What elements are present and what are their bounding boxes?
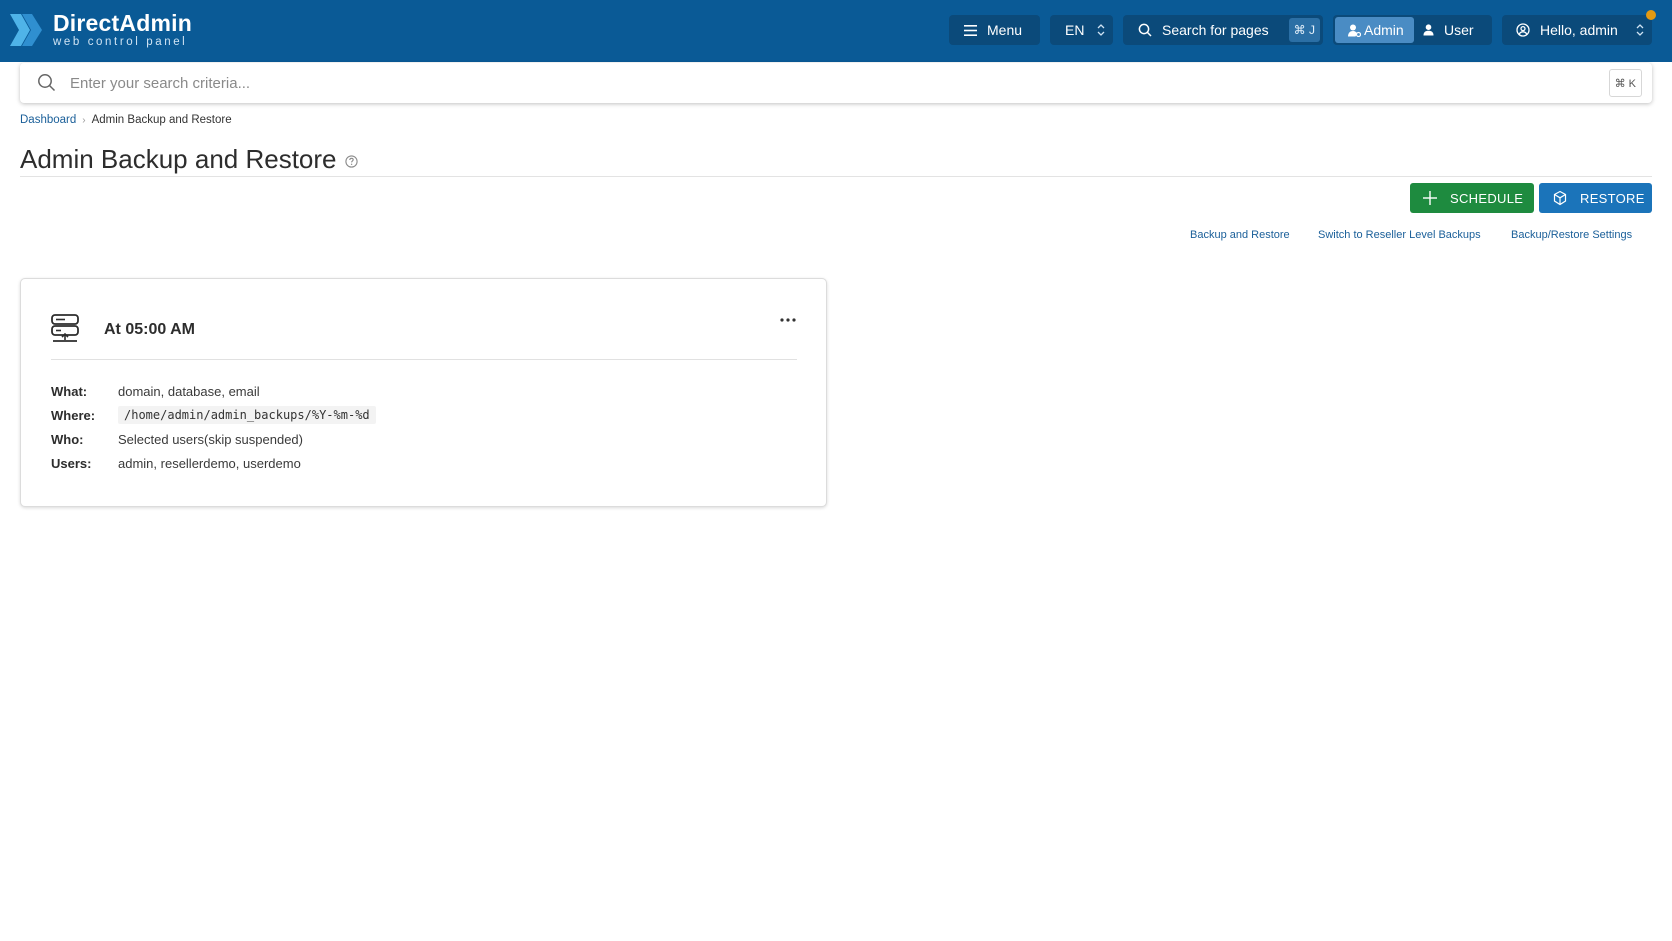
backup-schedule-card: At 05:00 AM What: domain, database, emai… bbox=[20, 278, 827, 507]
admin-user-icon bbox=[1348, 24, 1361, 37]
role-toggle: Admin User bbox=[1333, 15, 1492, 45]
page-title: Admin Backup and Restore bbox=[20, 144, 337, 174]
top-bar: DirectAdmin web control panel Menu EN Se… bbox=[0, 0, 1672, 62]
updown-chevron-icon bbox=[1636, 24, 1644, 36]
account-circle-icon bbox=[1516, 23, 1530, 37]
search-pages-label: Search for pages bbox=[1162, 22, 1269, 38]
user-menu-button[interactable]: Hello, admin bbox=[1502, 15, 1652, 45]
restore-button-label: RESTORE bbox=[1580, 190, 1645, 206]
breadcrumb-dashboard-link[interactable]: Dashboard bbox=[20, 114, 76, 126]
search-pages-shortcut: ⌘ J bbox=[1288, 18, 1320, 42]
menu-button-label: Menu bbox=[987, 22, 1023, 38]
detail-key: What: bbox=[51, 383, 88, 399]
detail-value-path: /home/admin/admin_backups/%Y-%m-%d bbox=[118, 406, 376, 424]
schedule-time: At 05:00 AM bbox=[104, 321, 195, 338]
search-icon bbox=[38, 74, 56, 92]
role-user-label: User bbox=[1444, 22, 1474, 38]
user-greeting: Hello, admin bbox=[1540, 22, 1618, 38]
backup-restore-settings-link[interactable]: Backup/Restore Settings bbox=[1511, 229, 1632, 241]
updown-chevron-icon bbox=[1097, 24, 1105, 36]
logo[interactable]: DirectAdmin web control panel bbox=[10, 10, 192, 50]
notification-dot bbox=[1646, 10, 1656, 20]
schedule-button-label: SCHEDULE bbox=[1450, 190, 1524, 206]
detail-key: Who: bbox=[51, 431, 84, 447]
language-value: EN bbox=[1065, 22, 1085, 38]
switch-reseller-backups-link[interactable]: Switch to Reseller Level Backups bbox=[1318, 229, 1481, 241]
plus-icon bbox=[1423, 191, 1437, 205]
restore-box-icon bbox=[1553, 190, 1567, 206]
page-title-row: Admin Backup and Restore bbox=[20, 144, 358, 175]
hamburger-icon bbox=[964, 24, 977, 36]
global-search-bar: ⌘ K bbox=[20, 63, 1652, 103]
language-select[interactable]: EN bbox=[1050, 15, 1113, 45]
more-options-icon[interactable] bbox=[776, 310, 800, 330]
breadcrumb-current: Admin Backup and Restore bbox=[91, 114, 232, 126]
backup-and-restore-link[interactable]: Backup and Restore bbox=[1190, 229, 1290, 241]
search-input[interactable] bbox=[70, 71, 1570, 95]
detail-value: admin, resellerdemo, userdemo bbox=[118, 455, 301, 471]
logo-subtitle: web control panel bbox=[53, 35, 188, 48]
title-divider bbox=[20, 176, 1652, 177]
detail-value: Selected users(skip suspended) bbox=[118, 431, 303, 447]
server-icon bbox=[51, 314, 79, 342]
logo-title: DirectAdmin bbox=[53, 9, 192, 36]
detail-row-what: What: domain, database, email bbox=[51, 381, 260, 401]
search-shortcut: ⌘ K bbox=[1608, 69, 1642, 97]
restore-button[interactable]: RESTORE bbox=[1539, 183, 1652, 213]
detail-key: Where: bbox=[51, 407, 96, 423]
menu-button[interactable]: Menu bbox=[949, 15, 1040, 45]
breadcrumb: Dashboard › Admin Backup and Restore bbox=[20, 114, 232, 126]
user-icon bbox=[1423, 24, 1434, 36]
help-icon[interactable] bbox=[344, 154, 358, 168]
search-pages-button[interactable]: Search for pages ⌘ J bbox=[1123, 15, 1323, 45]
role-admin-button[interactable]: Admin bbox=[1335, 17, 1414, 43]
detail-row-who: Who: Selected users(skip suspended) bbox=[51, 429, 303, 449]
directadmin-logo-icon bbox=[10, 14, 42, 46]
card-divider bbox=[51, 359, 797, 360]
detail-value: domain, database, email bbox=[118, 383, 260, 399]
role-admin-label: Admin bbox=[1364, 22, 1404, 38]
search-icon bbox=[1138, 23, 1152, 37]
detail-key: Users: bbox=[51, 455, 92, 471]
detail-row-where: Where: /home/admin/admin_backups/%Y-%m-%… bbox=[51, 405, 376, 425]
schedule-button[interactable]: SCHEDULE bbox=[1410, 183, 1534, 213]
role-user-button[interactable]: User bbox=[1423, 17, 1474, 43]
chevron-right-icon: › bbox=[82, 114, 86, 126]
detail-row-users: Users: admin, resellerdemo, userdemo bbox=[51, 453, 301, 473]
